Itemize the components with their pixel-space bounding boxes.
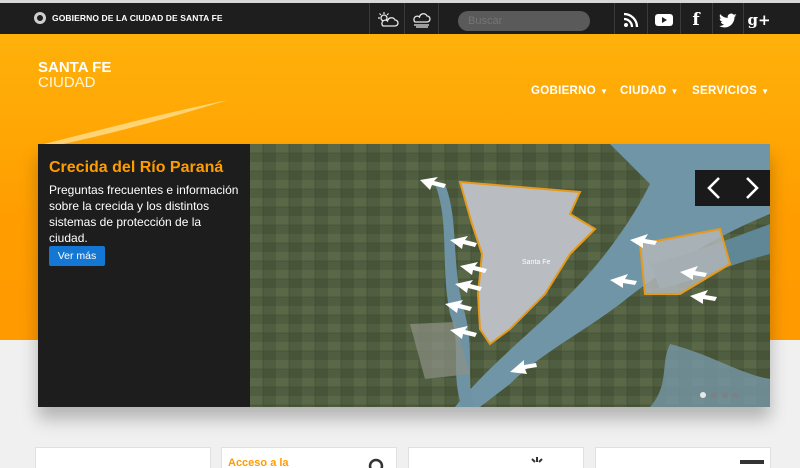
slide-dot[interactable] (711, 392, 717, 398)
site-logo[interactable]: SANTA FE CIUDAD (38, 60, 111, 91)
divider (743, 3, 744, 34)
nav-label: CIUDAD (620, 85, 667, 97)
nav-item-ciudad[interactable]: CIUDAD ▼ (620, 85, 679, 97)
slide-caption: Crecida del Río Paraná Preguntas frecuen… (38, 144, 250, 407)
rain-cloud-icon[interactable] (406, 9, 436, 31)
chevron-down-icon: ▼ (761, 86, 770, 96)
logo-line-1: SANTA FE (38, 59, 112, 76)
next-slide-button[interactable] (733, 170, 770, 206)
slide-dot[interactable] (733, 392, 739, 398)
satellite-map-image: Santa Fe (250, 144, 770, 407)
divider (404, 3, 405, 34)
map-city-label: Santa Fe (522, 259, 551, 266)
nav-label: GOBIERNO (531, 85, 597, 97)
slide-description: Preguntas frecuentes e información sobre… (49, 183, 239, 245)
sun-icon (531, 457, 543, 463)
logo-swoosh-icon (44, 100, 228, 146)
feature-card[interactable] (595, 447, 771, 468)
nav-label: SERVICIOS (692, 85, 758, 97)
search-input[interactable] (458, 11, 590, 31)
slide-pagination (700, 392, 739, 398)
chevron-down-icon: ▼ (670, 86, 679, 96)
menu-icon (740, 460, 764, 464)
feature-card-acceso[interactable]: Acceso a la (221, 447, 397, 468)
rss-icon[interactable] (618, 9, 644, 31)
youtube-icon[interactable] (651, 9, 677, 31)
card-title: Acceso a la (228, 457, 289, 468)
nav-item-gobierno[interactable]: GOBIERNO ▼ (531, 85, 608, 97)
slider-arrows (695, 170, 770, 206)
google-plus-icon[interactable]: g+ (746, 9, 772, 31)
hero-slider: Santa Fe Crecida del Río Paraná Pregunta… (38, 144, 770, 407)
government-link[interactable]: GOBIERNO DE LA CIUDAD DE SANTA FE (34, 12, 223, 24)
twitter-icon[interactable] (715, 9, 741, 31)
slide-dot[interactable] (700, 392, 706, 398)
city-seal-icon (34, 12, 46, 24)
chevron-left-icon (706, 177, 720, 199)
top-bar: GOBIERNO DE LA CIUDAD DE SANTA FE f g+ (0, 0, 800, 34)
slide-dot[interactable] (722, 392, 728, 398)
divider (369, 3, 370, 34)
facebook-icon[interactable]: f (683, 9, 709, 31)
government-label: GOBIERNO DE LA CIUDAD DE SANTA FE (52, 13, 223, 23)
chevron-right-icon (745, 177, 759, 199)
slide-title[interactable]: Crecida del Río Paraná (49, 158, 240, 178)
search-icon (368, 458, 384, 468)
feature-card[interactable] (35, 447, 211, 468)
nav-item-servicios[interactable]: SERVICIOS ▼ (692, 85, 769, 97)
logo-line-2: CIUDAD (38, 74, 96, 91)
divider (614, 3, 615, 34)
divider (680, 3, 681, 34)
prev-slide-button[interactable] (695, 170, 732, 206)
divider (647, 3, 648, 34)
sun-cloud-icon[interactable] (373, 9, 403, 31)
feature-card[interactable] (408, 447, 584, 468)
divider (438, 3, 439, 34)
chevron-down-icon: ▼ (600, 86, 609, 96)
divider (712, 3, 713, 34)
read-more-button[interactable]: Ver más (49, 246, 105, 266)
